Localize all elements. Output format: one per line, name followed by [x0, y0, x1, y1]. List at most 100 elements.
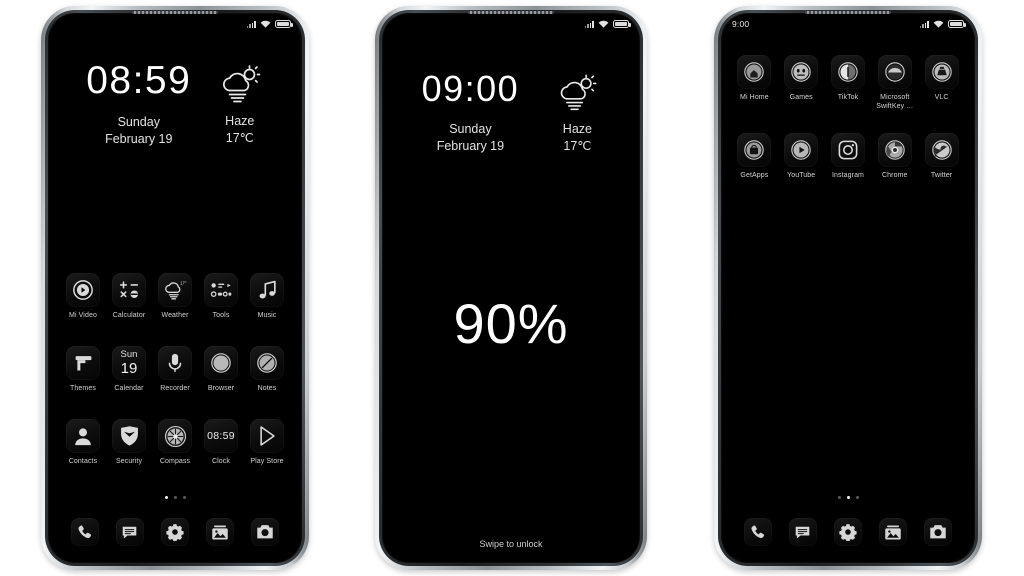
page-dot[interactable] [855, 496, 859, 499]
app-icon-mi-home[interactable]: Mi Home [731, 55, 778, 111]
dock-item-gallery[interactable] [206, 518, 235, 546]
app-icon-weather[interactable]: 17° Weather [152, 273, 198, 321]
calendar-day-name: Sun [120, 349, 138, 361]
dock-1 [48, 518, 302, 546]
microphone-icon [158, 346, 192, 380]
battery-icon [275, 20, 293, 28]
app-label: Play Store [250, 458, 284, 465]
dock-item-gallery[interactable] [879, 518, 908, 546]
app-label: Notes [257, 385, 277, 392]
app-icon-notes[interactable]: Notes [244, 346, 290, 394]
clock-weather-widget-1[interactable]: 08:59 Sunday February 19 Haze 17℃ [48, 61, 302, 147]
phone-screen-3: 9:00 Mi Home Games TikTok Microsoft Swif… [721, 13, 975, 563]
phone-bezel-3: 9:00 Mi Home Games TikTok Microsoft Swif… [718, 10, 978, 566]
page-dot[interactable] [837, 496, 841, 499]
app-icon-contacts[interactable]: Contacts [60, 419, 106, 467]
weather-condition-1: Haze [225, 114, 255, 128]
clock-weather-widget-2[interactable]: 09:00 Sunday February 19 Haze 17℃ [382, 71, 640, 154]
compass-icon [158, 419, 192, 453]
scene-root: 08:59 Sunday February 19 Haze 17℃ Mi Vid… [0, 0, 1024, 576]
app-icon-instagram[interactable]: Instagram [825, 133, 872, 181]
earpiece-speaker-grille-2 [468, 11, 554, 14]
page-dot[interactable] [173, 496, 177, 499]
getapps-bag-icon [737, 133, 772, 167]
dock-3 [721, 518, 975, 546]
app-icon-twitter[interactable]: Twitter [918, 133, 965, 181]
app-folder-tools[interactable]: Tools [198, 273, 244, 321]
app-icon-youtube[interactable]: YouTube [778, 133, 825, 181]
person-icon [66, 419, 100, 453]
dock-item-camera[interactable] [924, 518, 953, 546]
clock-column-1: 08:59 Sunday February 19 [86, 61, 191, 147]
notes-circle-icon [250, 346, 284, 380]
app-label: Microsoft SwiftKey … [876, 94, 914, 110]
page-indicator-1[interactable] [48, 496, 302, 499]
sun-behind-cloud-haze-icon [554, 74, 600, 113]
app-icon-calendar[interactable]: Sun 19 Calendar [106, 346, 152, 394]
app-label: Music [257, 312, 277, 319]
swiftkey-icon [877, 55, 912, 89]
page-dot[interactable] [846, 496, 850, 499]
app-label: Themes [70, 385, 96, 392]
app-grid-row-1-p3: Mi Home Games TikTok Microsoft SwiftKey … [721, 55, 975, 111]
dock-item-phone[interactable] [743, 518, 772, 546]
wifi-icon [260, 20, 271, 28]
dock-item-messages[interactable] [115, 518, 144, 546]
app-icon-browser[interactable]: Browser [198, 346, 244, 394]
status-bar-2 [382, 13, 640, 35]
wifi-icon [933, 20, 944, 28]
app-icon-chrome[interactable]: Chrome [871, 133, 918, 181]
music-note-icon [250, 273, 284, 307]
app-icon-music[interactable]: Music [244, 273, 290, 321]
weather-temperature-1: 17℃ [225, 130, 254, 145]
mi-home-icon [737, 55, 772, 89]
app-icon-games[interactable]: Games [778, 55, 825, 111]
app-icon-tiktok[interactable]: TikTok [825, 55, 872, 111]
dock-item-settings[interactable] [833, 518, 862, 546]
app-icon-recorder[interactable]: Recorder [152, 346, 198, 394]
chrome-icon [877, 133, 912, 167]
dock-item-settings[interactable] [160, 518, 189, 546]
app-label: Compass [159, 458, 191, 465]
app-icon-compass[interactable]: Compass [152, 419, 198, 467]
app-label: Clock [211, 458, 230, 465]
status-bar-1 [48, 13, 302, 35]
page-dot[interactable] [182, 496, 186, 499]
phone-bezel-1: 08:59 Sunday February 19 Haze 17℃ Mi Vid… [45, 10, 305, 566]
vlc-cone-icon [924, 55, 959, 89]
page-indicator-3[interactable] [721, 496, 975, 499]
app-grid-row-1-p1: Mi Video Calculator 17° Weather Tools Mu… [48, 273, 302, 321]
app-grid-row-3-p1: Contacts Security Compass 08:59 Clock Pl… [48, 419, 302, 467]
app-icon-security[interactable]: Security [106, 419, 152, 467]
app-icon-vlc[interactable]: VLC [918, 55, 965, 111]
app-icon-calculator[interactable]: Calculator [106, 273, 152, 321]
clock-day-1: Sunday [117, 115, 160, 129]
app-icon-clock[interactable]: 08:59 Clock [198, 419, 244, 467]
dock-item-messages[interactable] [788, 518, 817, 546]
app-icon-getapps[interactable]: GetApps [731, 133, 778, 181]
tiktok-icon [830, 55, 865, 89]
earpiece-speaker-grille-3 [805, 11, 891, 14]
app-icon-microsoft-swiftkey[interactable]: Microsoft SwiftKey … [871, 55, 918, 111]
clock-day-2: Sunday [449, 122, 492, 136]
page-dot[interactable] [164, 496, 168, 499]
battery-percent-display: 90% [453, 292, 569, 355]
dock-item-camera[interactable] [251, 518, 280, 546]
phone-device-1: 08:59 Sunday February 19 Haze 17℃ Mi Vid… [41, 6, 309, 570]
swipe-to-unlock-hint[interactable]: Swipe to unlock [382, 539, 640, 549]
app-icon-mi-video[interactable]: Mi Video [60, 273, 106, 321]
app-icon-themes[interactable]: Themes [60, 346, 106, 394]
dock-item-phone[interactable] [70, 518, 99, 546]
status-bar-3: 9:00 [721, 13, 975, 35]
app-label: Security [115, 458, 143, 465]
calculator-icon [112, 273, 146, 307]
app-grid-row-2-p1: Themes Sun 19 Calendar Recorder Browser … [48, 346, 302, 394]
phone-device-3: 9:00 Mi Home Games TikTok Microsoft Swif… [714, 6, 982, 570]
phone-screen-1: 08:59 Sunday February 19 Haze 17℃ Mi Vid… [48, 13, 302, 563]
app-icon-play-store[interactable]: Play Store [244, 419, 290, 467]
app-label: Games [789, 94, 813, 101]
phone-device-2: 09:00 Sunday February 19 Haze 17℃ 90% Sw… [375, 6, 647, 570]
shield-icon [112, 419, 146, 453]
weather-column-2: Haze 17℃ [554, 71, 600, 154]
cloud-haze-icon: 17° [158, 273, 192, 307]
